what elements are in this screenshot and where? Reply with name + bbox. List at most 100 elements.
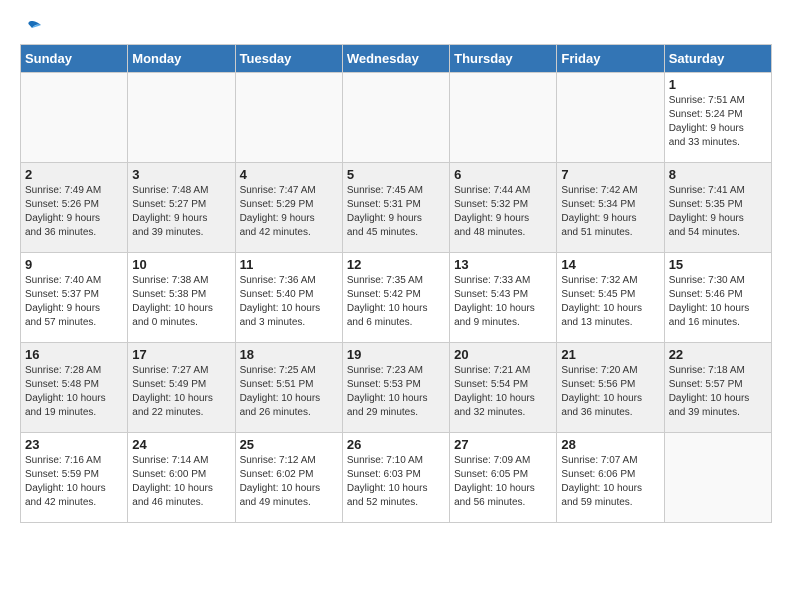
day-number: 14 (561, 257, 659, 272)
calendar-cell (21, 73, 128, 163)
calendar-cell: 14 Sunrise: 7:32 AMSunset: 5:45 PMDayligh… (557, 253, 664, 343)
day-info: Sunrise: 7:07 AMSunset: 6:06 PMDaylight:… (561, 454, 659, 510)
day-number: 18 (240, 347, 338, 362)
day-info: Sunrise: 7:42 AMSunset: 5:34 PMDaylight:… (561, 184, 659, 240)
day-info: Sunrise: 7:41 AMSunset: 5:35 PMDaylight:… (669, 184, 767, 240)
day-info: Sunrise: 7:25 AMSunset: 5:51 PMDaylight:… (240, 364, 338, 420)
calendar-cell: 17 Sunrise: 7:27 AMSunset: 5:49 PMDayligh… (128, 343, 235, 433)
day-number: 2 (25, 167, 123, 182)
day-info: Sunrise: 7:28 AMSunset: 5:48 PMDaylight:… (25, 364, 123, 420)
calendar-cell: 8 Sunrise: 7:41 AMSunset: 5:35 PMDaylight… (664, 163, 771, 253)
calendar-cell: 15Sunrise: 7:30 AMSunset: 5:46 PMDayligh… (664, 253, 771, 343)
calendar-week-3: 9 Sunrise: 7:40 AMSunset: 5:37 PMDaylight… (21, 253, 772, 343)
calendar-cell (342, 73, 449, 163)
day-number: 26 (347, 437, 445, 452)
day-number: 16 (25, 347, 123, 362)
day-number: 22 (669, 347, 767, 362)
day-info: Sunrise: 7:49 AMSunset: 5:26 PMDaylight:… (25, 184, 123, 240)
day-info: Sunrise: 7:16 AMSunset: 5:59 PMDaylight:… (25, 454, 123, 510)
calendar-cell: 18 Sunrise: 7:25 AMSunset: 5:51 PMDayligh… (235, 343, 342, 433)
day-number: 24 (132, 437, 230, 452)
calendar-cell: 27 Sunrise: 7:09 AMSunset: 6:05 PMDayligh… (450, 433, 557, 523)
day-number: 7 (561, 167, 659, 182)
day-number: 6 (454, 167, 552, 182)
calendar-week-5: 23 Sunrise: 7:16 AMSunset: 5:59 PMDayligh… (21, 433, 772, 523)
day-number: 3 (132, 167, 230, 182)
calendar-cell (450, 73, 557, 163)
calendar-cell: 21 Sunrise: 7:20 AMSunset: 5:56 PMDayligh… (557, 343, 664, 433)
calendar-cell: 13 Sunrise: 7:33 AMSunset: 5:43 PMDayligh… (450, 253, 557, 343)
day-number: 25 (240, 437, 338, 452)
page-header (20, 20, 772, 34)
day-info: Sunrise: 7:32 AMSunset: 5:45 PMDaylight:… (561, 274, 659, 330)
day-info: Sunrise: 7:33 AMSunset: 5:43 PMDaylight:… (454, 274, 552, 330)
calendar-cell (128, 73, 235, 163)
day-header-friday: Friday (557, 45, 664, 73)
day-number: 12 (347, 257, 445, 272)
day-info: Sunrise: 7:38 AMSunset: 5:38 PMDaylight:… (132, 274, 230, 330)
logo-bird-icon (21, 20, 43, 38)
calendar-cell: 6 Sunrise: 7:44 AMSunset: 5:32 PMDaylight… (450, 163, 557, 253)
calendar-cell: 7 Sunrise: 7:42 AMSunset: 5:34 PMDaylight… (557, 163, 664, 253)
day-number: 20 (454, 347, 552, 362)
day-header-thursday: Thursday (450, 45, 557, 73)
day-info: Sunrise: 7:18 AMSunset: 5:57 PMDaylight:… (669, 364, 767, 420)
day-info: Sunrise: 7:09 AMSunset: 6:05 PMDaylight:… (454, 454, 552, 510)
calendar-cell: 3Sunrise: 7:48 AMSunset: 5:27 PMDaylight… (128, 163, 235, 253)
calendar-cell: 12 Sunrise: 7:35 AMSunset: 5:42 PMDayligh… (342, 253, 449, 343)
day-header-tuesday: Tuesday (235, 45, 342, 73)
calendar-cell: 5 Sunrise: 7:45 AMSunset: 5:31 PMDaylight… (342, 163, 449, 253)
calendar-table: SundayMondayTuesdayWednesdayThursdayFrid… (20, 44, 772, 523)
day-info: Sunrise: 7:10 AMSunset: 6:03 PMDaylight:… (347, 454, 445, 510)
day-info: Sunrise: 7:36 AMSunset: 5:40 PMDaylight:… (240, 274, 338, 330)
calendar-week-2: 2 Sunrise: 7:49 AMSunset: 5:26 PMDaylight… (21, 163, 772, 253)
calendar-cell: 9 Sunrise: 7:40 AMSunset: 5:37 PMDaylight… (21, 253, 128, 343)
calendar-cell: 26 Sunrise: 7:10 AMSunset: 6:03 PMDayligh… (342, 433, 449, 523)
day-info: Sunrise: 7:20 AMSunset: 5:56 PMDaylight:… (561, 364, 659, 420)
day-info: Sunrise: 7:21 AMSunset: 5:54 PMDaylight:… (454, 364, 552, 420)
calendar-cell: 20 Sunrise: 7:21 AMSunset: 5:54 PMDayligh… (450, 343, 557, 433)
day-info: Sunrise: 7:40 AMSunset: 5:37 PMDaylight:… (25, 274, 123, 330)
day-number: 19 (347, 347, 445, 362)
day-number: 23 (25, 437, 123, 452)
day-info: Sunrise: 7:30 AMSunset: 5:46 PMDaylight:… (669, 274, 767, 330)
calendar-cell (557, 73, 664, 163)
logo (20, 20, 43, 34)
calendar-cell: 11 Sunrise: 7:36 AMSunset: 5:40 PMDayligh… (235, 253, 342, 343)
day-number: 11 (240, 257, 338, 272)
calendar-cell: 25 Sunrise: 7:12 AMSunset: 6:02 PMDayligh… (235, 433, 342, 523)
day-number: 9 (25, 257, 123, 272)
day-number: 1 (669, 77, 767, 92)
day-info: Sunrise: 7:45 AMSunset: 5:31 PMDaylight:… (347, 184, 445, 240)
day-header-monday: Monday (128, 45, 235, 73)
day-number: 21 (561, 347, 659, 362)
calendar-cell: 4Sunrise: 7:47 AMSunset: 5:29 PMDaylight… (235, 163, 342, 253)
calendar-week-4: 16 Sunrise: 7:28 AMSunset: 5:48 PMDayligh… (21, 343, 772, 433)
day-info: Sunrise: 7:44 AMSunset: 5:32 PMDaylight:… (454, 184, 552, 240)
day-info: Sunrise: 7:12 AMSunset: 6:02 PMDaylight:… (240, 454, 338, 510)
day-number: 10 (132, 257, 230, 272)
calendar-cell: 23 Sunrise: 7:16 AMSunset: 5:59 PMDayligh… (21, 433, 128, 523)
day-number: 27 (454, 437, 552, 452)
day-header-sunday: Sunday (21, 45, 128, 73)
day-number: 8 (669, 167, 767, 182)
day-number: 13 (454, 257, 552, 272)
calendar-cell (235, 73, 342, 163)
day-info: Sunrise: 7:35 AMSunset: 5:42 PMDaylight:… (347, 274, 445, 330)
day-info: Sunrise: 7:27 AMSunset: 5:49 PMDaylight:… (132, 364, 230, 420)
day-number: 5 (347, 167, 445, 182)
day-number: 17 (132, 347, 230, 362)
calendar-cell: 24Sunrise: 7:14 AMSunset: 6:00 PMDayligh… (128, 433, 235, 523)
calendar-cell: 28 Sunrise: 7:07 AMSunset: 6:06 PMDayligh… (557, 433, 664, 523)
calendar-cell: 1Sunrise: 7:51 AMSunset: 5:24 PMDaylight… (664, 73, 771, 163)
calendar-cell: 10 Sunrise: 7:38 AMSunset: 5:38 PMDayligh… (128, 253, 235, 343)
calendar-cell (664, 433, 771, 523)
day-number: 28 (561, 437, 659, 452)
day-info: Sunrise: 7:23 AMSunset: 5:53 PMDaylight:… (347, 364, 445, 420)
calendar-cell: 19 Sunrise: 7:23 AMSunset: 5:53 PMDayligh… (342, 343, 449, 433)
day-number: 4 (240, 167, 338, 182)
calendar-cell: 16 Sunrise: 7:28 AMSunset: 5:48 PMDayligh… (21, 343, 128, 433)
day-header-saturday: Saturday (664, 45, 771, 73)
calendar-week-1: 1Sunrise: 7:51 AMSunset: 5:24 PMDaylight… (21, 73, 772, 163)
calendar-cell: 22 Sunrise: 7:18 AMSunset: 5:57 PMDayligh… (664, 343, 771, 433)
